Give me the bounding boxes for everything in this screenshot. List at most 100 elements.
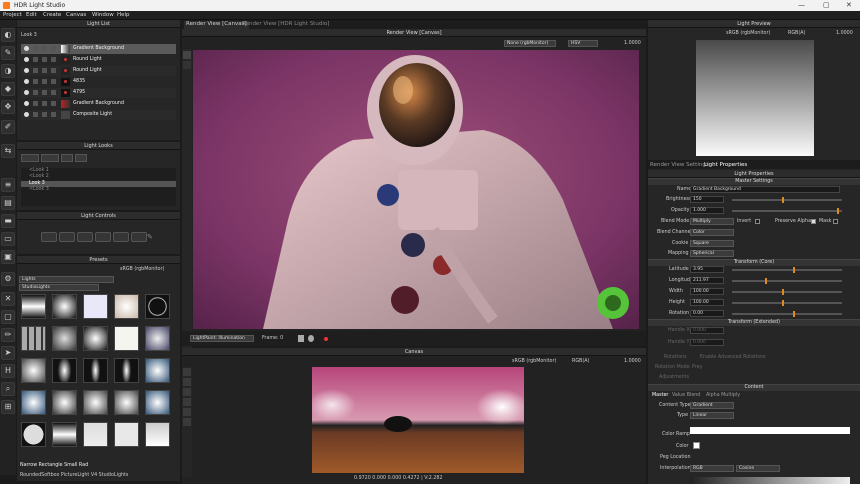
tab-render-canvas[interactable]: Render View [Canvas] xyxy=(184,21,249,29)
rotation-slider[interactable] xyxy=(732,311,842,317)
solo-icon[interactable] xyxy=(33,68,38,73)
preset-thumbnail[interactable] xyxy=(83,390,108,415)
light-control-button[interactable] xyxy=(95,232,111,242)
solo-icon[interactable] xyxy=(33,90,38,95)
longitude-slider[interactable] xyxy=(732,278,842,284)
mute-icon[interactable] xyxy=(51,90,56,95)
tab-render-hdr[interactable]: Render View [HDR Light Studio] xyxy=(240,21,331,29)
tab-value-blend[interactable]: Value Blend xyxy=(672,393,700,398)
copy-look-button[interactable] xyxy=(41,154,59,162)
blend-channel-select[interactable]: Color xyxy=(690,229,734,236)
height-field[interactable]: 100.00 xyxy=(690,299,724,306)
search-icon[interactable]: ⌕ xyxy=(1,382,15,396)
lock-icon[interactable] xyxy=(42,90,47,95)
hdr-icon[interactable]: H xyxy=(1,364,15,378)
preset-thumbnail[interactable] xyxy=(83,294,108,319)
preset-thumbnail[interactable] xyxy=(21,326,46,351)
enable-advanced-rotations[interactable]: Enable Advanced Rotations xyxy=(700,355,766,360)
preview-value[interactable]: 1.0000 xyxy=(836,31,853,36)
rim-tool[interactable]: ◑ xyxy=(1,64,15,78)
paint-tool[interactable]: ✎ xyxy=(1,46,15,60)
swap-tool[interactable]: ⇆ xyxy=(1,144,15,158)
pen-icon[interactable]: ✏ xyxy=(1,328,15,342)
opacity-field[interactable]: 1.000 xyxy=(690,207,724,214)
brush-icon[interactable]: ✎ xyxy=(147,233,153,241)
visibility-icon[interactable] xyxy=(24,68,29,73)
latitude-field[interactable]: 3.95 xyxy=(690,266,724,273)
add-look-button[interactable] xyxy=(21,154,39,162)
refresh-button[interactable] xyxy=(308,335,314,342)
layers-tool[interactable]: ▤ xyxy=(1,196,15,210)
visibility-icon[interactable] xyxy=(24,90,29,95)
tab-light-properties[interactable]: Light Properties xyxy=(704,162,747,168)
content-type-select[interactable]: Gradient xyxy=(690,402,734,409)
rotation-mode-select[interactable]: Prey xyxy=(692,365,702,370)
preset-thumbnail[interactable] xyxy=(145,358,170,383)
preset-thumbnail[interactable] xyxy=(83,326,108,351)
record-button[interactable] xyxy=(324,337,328,341)
width-slider[interactable] xyxy=(732,289,842,295)
preset-thumbnail[interactable] xyxy=(21,390,46,415)
menu-edit[interactable]: Edit xyxy=(26,12,37,18)
preview-channel[interactable]: RGB(A) xyxy=(788,31,805,36)
light-control-button[interactable] xyxy=(113,232,129,242)
opacity-slider[interactable] xyxy=(732,208,842,214)
preset-thumbnail[interactable] xyxy=(145,294,170,319)
interpolation-curve-select[interactable]: Cosine xyxy=(736,465,780,472)
visibility-icon[interactable] xyxy=(24,112,29,117)
solo-icon[interactable] xyxy=(33,57,38,62)
lock-icon[interactable] xyxy=(42,46,47,51)
preset-thumbnail[interactable] xyxy=(145,422,170,447)
minimize-button[interactable]: — xyxy=(798,1,805,9)
canvas-value[interactable]: 1.0000 xyxy=(624,359,641,364)
rotation-field[interactable]: 0.00 xyxy=(690,310,724,317)
maximize-button[interactable]: ▢ xyxy=(823,1,830,9)
move-tool[interactable]: ✥ xyxy=(1,100,15,114)
type-select[interactable]: Linear xyxy=(690,412,734,419)
arrow-icon[interactable]: ➤ xyxy=(1,346,15,360)
invert-checkbox[interactable] xyxy=(755,219,760,224)
preset-thumbnail[interactable] xyxy=(114,358,139,383)
visibility-icon[interactable] xyxy=(24,79,29,84)
preset-thumbnail[interactable] xyxy=(52,390,77,415)
reflection-tool[interactable]: ◆ xyxy=(1,82,15,96)
camera-tool[interactable]: ▣ xyxy=(1,250,15,264)
brightness-slider[interactable] xyxy=(732,197,842,203)
visibility-icon[interactable] xyxy=(24,46,29,51)
light-list-row[interactable]: Round Light xyxy=(21,66,176,76)
width-field[interactable]: 100.00 xyxy=(690,288,724,295)
preset-thumbnail[interactable] xyxy=(145,326,170,351)
delete-look-button[interactable] xyxy=(75,154,87,162)
preset-thumbnail[interactable] xyxy=(145,390,170,415)
look-item[interactable]: <Look 2 xyxy=(29,174,49,180)
solo-icon[interactable] xyxy=(33,79,38,84)
color-swatch[interactable] xyxy=(693,442,700,449)
name-field[interactable]: Gradient Background xyxy=(690,186,840,193)
look-item[interactable]: <Look 3 xyxy=(29,187,49,193)
mask-checkbox[interactable] xyxy=(833,219,838,224)
presets-subcategory-select[interactable]: StudioLights xyxy=(19,284,99,291)
light-list-row[interactable]: 4795 xyxy=(21,88,176,98)
mute-icon[interactable] xyxy=(51,68,56,73)
presets-colorspace[interactable]: sRGB (rgbMonitor) xyxy=(120,267,164,272)
solo-icon[interactable] xyxy=(33,46,38,51)
paint-icon[interactable] xyxy=(183,61,191,69)
rename-look-button[interactable] xyxy=(61,154,73,162)
preset-thumbnail[interactable] xyxy=(21,358,46,383)
visibility-icon[interactable] xyxy=(24,57,29,62)
light-control-button[interactable] xyxy=(131,232,147,242)
preset-thumbnail[interactable] xyxy=(114,326,139,351)
light-list-row[interactable]: Composite Light xyxy=(21,110,176,120)
lightpaint-mode-select[interactable]: LightPaint: Illumination xyxy=(190,335,254,342)
preserve-alpha-checkbox[interactable] xyxy=(811,219,816,224)
color-ramp[interactable] xyxy=(690,427,850,434)
mapping-select[interactable]: Spherical xyxy=(690,250,734,257)
height-slider[interactable] xyxy=(732,300,842,306)
menu-project[interactable]: Project xyxy=(3,12,22,18)
preset-thumbnail[interactable] xyxy=(21,294,46,319)
latitude-slider[interactable] xyxy=(732,267,842,273)
interpolation-select[interactable]: RGB xyxy=(690,465,734,472)
handle-x-field[interactable]: 0.000 xyxy=(690,327,724,334)
tab-master[interactable]: Master xyxy=(652,393,668,398)
frame-tool[interactable]: ▭ xyxy=(1,232,15,246)
